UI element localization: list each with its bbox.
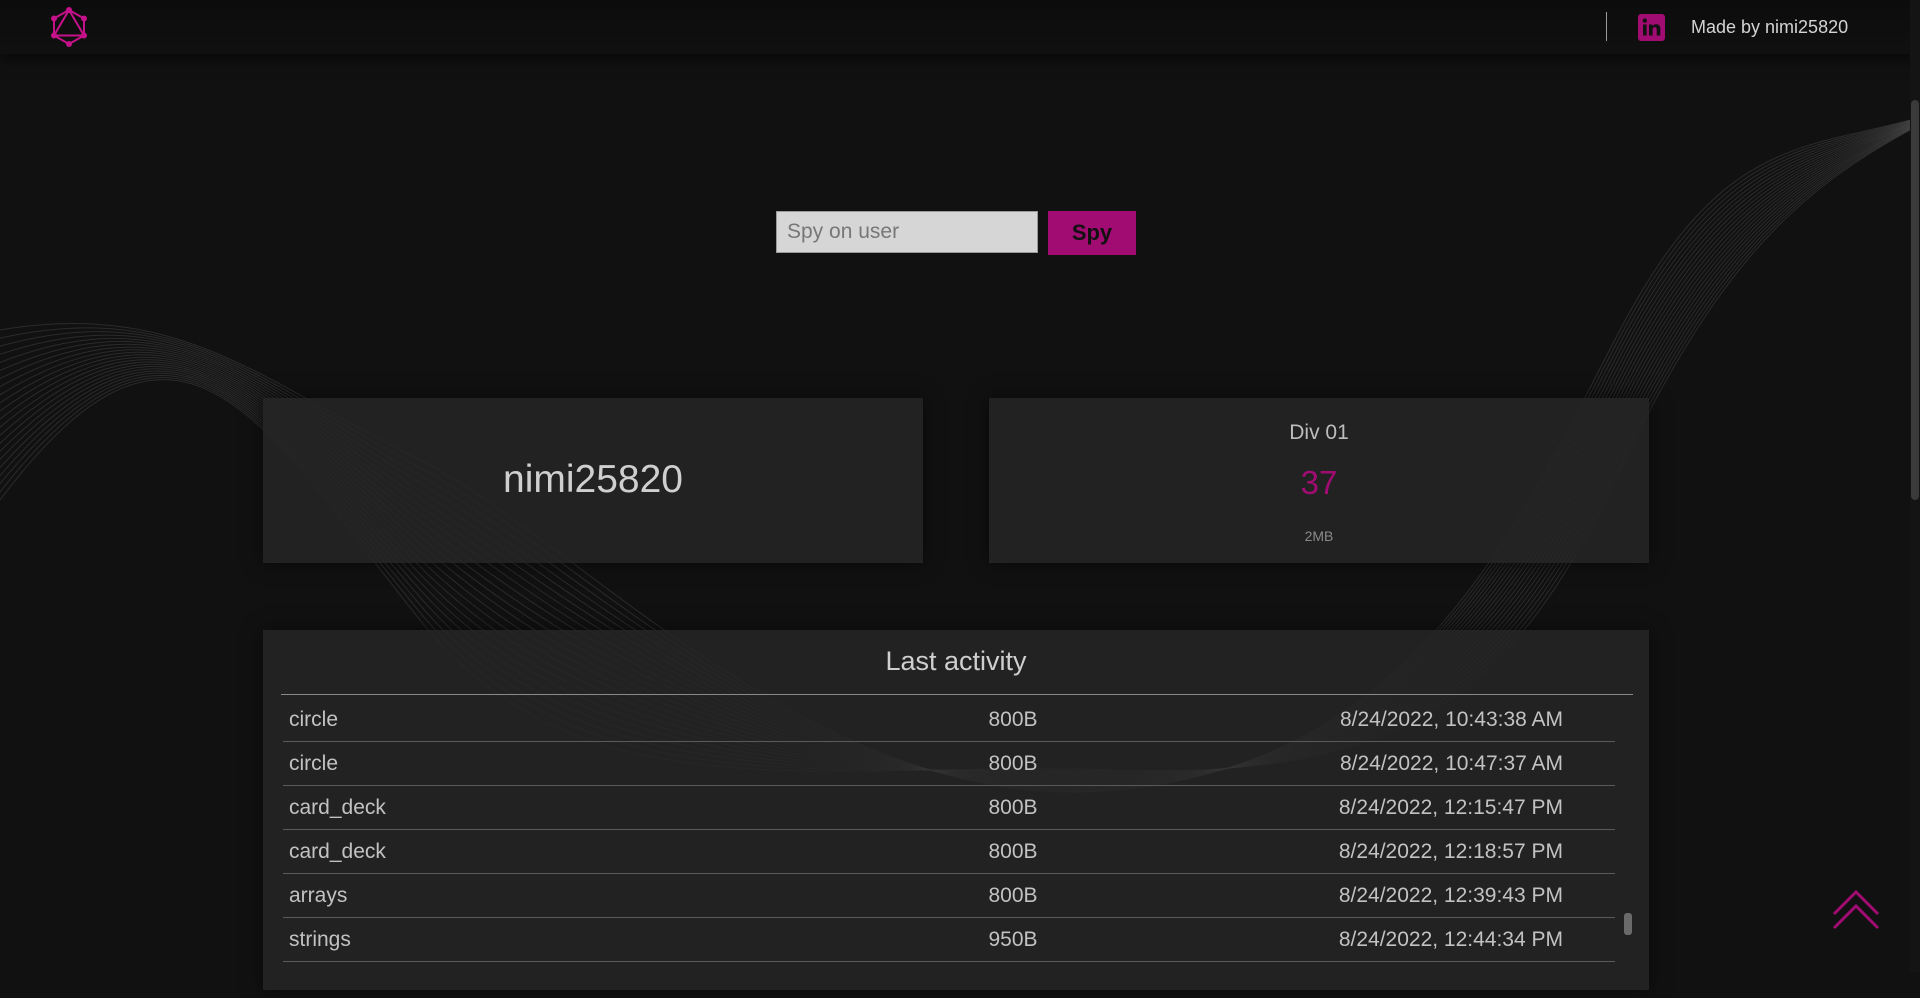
activity-list[interactable]: circle 800B 8/24/2022, 10:43:38 AM circl… (283, 698, 1615, 962)
activity-date: 8/24/2022, 10:47:37 AM (1339, 752, 1563, 775)
activity-size: 800B (988, 796, 1038, 819)
back-to-top-icon[interactable] (1832, 888, 1880, 932)
user-card: nimi25820 (263, 398, 923, 563)
activity-date: 8/24/2022, 10:43:38 AM (1339, 708, 1563, 731)
username: nimi25820 (503, 458, 683, 501)
activity-name: circle (289, 708, 339, 731)
made-by-text: Made by nimi25820 (1691, 17, 1849, 37)
activity-name: arrays (289, 884, 348, 907)
activity-row: circle 800B 8/24/2022, 10:47:37 AM (283, 742, 1615, 786)
activity-row: strings 950B 8/24/2022, 12:44:34 PM (283, 918, 1615, 962)
activity-scrollbar-thumb[interactable] (1624, 913, 1632, 935)
activity-row: arrays 800B 8/24/2022, 12:39:43 PM (283, 874, 1615, 918)
division-title: Div 01 (1289, 421, 1349, 444)
activity-divider (281, 694, 1633, 695)
activity-title: Last activity (885, 646, 1027, 676)
page-scrollbar-thumb[interactable] (1911, 100, 1919, 500)
activity-scrollbar[interactable] (1623, 698, 1633, 998)
activity-size: 950B (988, 928, 1038, 951)
activity-row: card_deck 800B 8/24/2022, 12:18:57 PM (283, 830, 1615, 874)
activity-size: 800B (988, 884, 1038, 907)
page-scrollbar[interactable] (1910, 0, 1920, 972)
spy-user-input[interactable] (776, 211, 1038, 253)
division-size: 2MB (1304, 528, 1334, 544)
linkedin-icon[interactable] (1638, 14, 1665, 41)
spy-button[interactable]: Spy (1048, 211, 1136, 255)
activity-name: strings (289, 928, 351, 951)
activity-date: 8/24/2022, 12:18:57 PM (1338, 840, 1563, 863)
division-number: 37 (1300, 464, 1338, 501)
activity-name: card_deck (289, 840, 386, 863)
activity-size: 800B (988, 708, 1038, 731)
activity-row: circle 800B 8/24/2022, 10:43:38 AM (283, 698, 1615, 742)
activity-row: card_deck 800B 8/24/2022, 12:15:47 PM (283, 786, 1615, 830)
graphql-icon[interactable] (48, 6, 90, 48)
activity-date: 8/24/2022, 12:15:47 PM (1338, 796, 1563, 819)
activity-name: circle (289, 752, 339, 775)
activity-date: 8/24/2022, 12:44:34 PM (1338, 928, 1563, 951)
navbar-divider (1606, 12, 1607, 41)
activity-size: 800B (988, 840, 1038, 863)
activity-name: card_deck (289, 796, 386, 819)
top-navbar: Made by nimi25820 (0, 0, 1920, 54)
last-activity-card: Last activity circle 800B 8/24/2022, 10:… (263, 630, 1649, 990)
division-card: Div 01 37 2MB (989, 398, 1649, 563)
activity-size: 800B (988, 752, 1038, 775)
activity-date: 8/24/2022, 12:39:43 PM (1338, 884, 1563, 907)
